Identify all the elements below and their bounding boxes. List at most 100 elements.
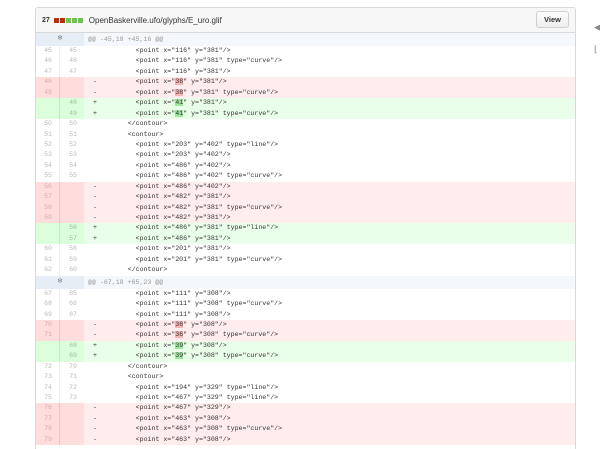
- new-line-number[interactable]: [60, 181, 84, 193]
- changed-word-highlight: 36: [175, 320, 184, 328]
- old-line-number[interactable]: 49: [36, 87, 60, 99]
- old-line-number[interactable]: 46: [36, 56, 60, 67]
- diff-line: 62 60 </contour>: [36, 265, 575, 276]
- new-line-number[interactable]: 48: [60, 98, 84, 109]
- new-line-number[interactable]: 52: [60, 140, 84, 150]
- new-line-number[interactable]: 69: [60, 351, 84, 362]
- new-line-number[interactable]: [60, 213, 84, 224]
- old-line-number[interactable]: 56: [36, 181, 60, 193]
- diff-stat-block: [53, 17, 59, 23]
- old-line-number[interactable]: [36, 351, 60, 362]
- new-line-number[interactable]: 46: [60, 56, 84, 66]
- new-line-number[interactable]: [60, 202, 84, 213]
- new-line-number[interactable]: 47: [60, 67, 84, 77]
- diff-stat-block: [71, 17, 77, 23]
- old-line-number[interactable]: 51: [36, 129, 60, 140]
- old-line-number[interactable]: [36, 108, 60, 120]
- new-line-number[interactable]: 72: [60, 383, 84, 393]
- old-line-number[interactable]: 67: [36, 288, 60, 300]
- new-line-number[interactable]: [60, 192, 84, 203]
- old-line-number[interactable]: 48: [36, 77, 60, 88]
- new-line-number[interactable]: [60, 330, 84, 341]
- diff-line: 57 + <point x="486" y="381"/>: [36, 233, 575, 245]
- old-line-number[interactable]: 72: [36, 361, 60, 373]
- old-line-number[interactable]: 76: [36, 403, 60, 414]
- new-line-number[interactable]: [60, 319, 84, 331]
- old-line-number[interactable]: 52: [36, 139, 60, 151]
- old-line-number[interactable]: 50: [36, 119, 60, 130]
- old-line-number[interactable]: 78: [36, 424, 60, 435]
- old-line-number[interactable]: [36, 98, 60, 109]
- old-line-number[interactable]: 62: [36, 265, 60, 276]
- new-line-number[interactable]: 68: [60, 340, 84, 352]
- diff-line: 67 65 <point x="111" y="308"/>: [36, 288, 575, 300]
- old-line-number[interactable]: 60: [36, 244, 60, 255]
- expand-icon[interactable]: ❄: [36, 275, 84, 289]
- new-line-number[interactable]: 53: [60, 150, 84, 160]
- new-line-number[interactable]: 58: [60, 244, 84, 254]
- old-line-number[interactable]: [36, 223, 60, 234]
- new-line-number[interactable]: [60, 403, 84, 414]
- new-line-number[interactable]: 65: [60, 289, 84, 299]
- new-line-number[interactable]: [60, 434, 84, 446]
- new-line-number[interactable]: [60, 87, 84, 99]
- old-line-number[interactable]: 68: [36, 299, 60, 310]
- new-line-number[interactable]: 55: [60, 171, 84, 181]
- new-line-number[interactable]: 73: [60, 393, 84, 403]
- diff-line: 71 - <point x="36" y="308" type="curve"/>: [36, 330, 575, 341]
- file-path[interactable]: OpenBaskerville.ufo/glyphs/E_uro.glif: [89, 16, 222, 25]
- new-line-number[interactable]: [60, 413, 84, 425]
- old-line-number[interactable]: 70: [36, 319, 60, 331]
- old-line-number[interactable]: 57: [36, 192, 60, 203]
- old-line-number[interactable]: 58: [36, 202, 60, 213]
- new-line-number[interactable]: 54: [60, 161, 84, 171]
- old-line-number[interactable]: 54: [36, 160, 60, 172]
- old-line-number[interactable]: 77: [36, 413, 60, 425]
- expand-icon[interactable]: ❄: [36, 33, 84, 46]
- diff-line: 74 72 <point x="194" y="329" type="line"/…: [36, 382, 575, 393]
- hunk-header-text: @@ -67,18 +65,23 @@: [88, 278, 164, 286]
- code-text: <point x="116" y="381"/>: [104, 67, 231, 75]
- new-line-number[interactable]: 56: [60, 223, 84, 234]
- new-line-number[interactable]: 57: [60, 233, 84, 245]
- old-line-number[interactable]: [36, 340, 60, 352]
- new-line-number[interactable]: 49: [60, 108, 84, 120]
- new-line-number[interactable]: 45: [60, 46, 84, 56]
- code-text: <point x="482" y="381"/>: [104, 214, 231, 221]
- old-line-number[interactable]: 61: [36, 254, 60, 266]
- new-line-number[interactable]: 67: [60, 310, 84, 320]
- new-line-number[interactable]: 50: [60, 119, 84, 129]
- diff-line: 70 - <point x="36" y="308"/>: [36, 319, 575, 331]
- diff-sign: [90, 299, 100, 309]
- new-line-number[interactable]: 51: [60, 130, 84, 140]
- old-line-number[interactable]: 53: [36, 150, 60, 161]
- diff-stat-blocks: [53, 17, 83, 23]
- old-line-number[interactable]: 69: [36, 309, 60, 320]
- new-line-number[interactable]: 66: [60, 299, 84, 309]
- old-line-number[interactable]: 75: [36, 393, 60, 404]
- old-line-number[interactable]: 59: [36, 213, 60, 224]
- new-line-number[interactable]: 70: [60, 362, 84, 372]
- old-line-number[interactable]: 71: [36, 330, 60, 341]
- diff-line: 61 59 <point x="201" y="381" type="curve"…: [36, 254, 575, 266]
- side-arrow-icon[interactable]: ◀: [594, 22, 600, 33]
- old-line-number[interactable]: 47: [36, 66, 60, 78]
- old-line-number[interactable]: 55: [36, 171, 60, 182]
- old-line-number[interactable]: 79: [36, 434, 60, 446]
- diff-sign: [90, 393, 100, 403]
- new-line-number[interactable]: 71: [60, 372, 84, 382]
- diff-sign: -: [93, 320, 97, 328]
- new-line-number[interactable]: [60, 424, 84, 435]
- diff-line: 45 45 <point x="116" y="381"/>: [36, 46, 575, 57]
- new-line-number[interactable]: 60: [60, 265, 84, 275]
- old-line-number[interactable]: 74: [36, 382, 60, 393]
- view-button[interactable]: View: [536, 11, 569, 28]
- old-line-number[interactable]: [36, 233, 60, 245]
- code-text: <contour>: [104, 373, 164, 381]
- new-line-number[interactable]: [60, 77, 84, 88]
- old-line-number[interactable]: 45: [36, 46, 60, 57]
- old-line-number[interactable]: 73: [36, 372, 60, 383]
- side-bracket-icon[interactable]: ⌊: [594, 44, 598, 55]
- new-line-number[interactable]: 59: [60, 255, 84, 265]
- code-text: <point x="111" y="308"/>: [104, 310, 231, 318]
